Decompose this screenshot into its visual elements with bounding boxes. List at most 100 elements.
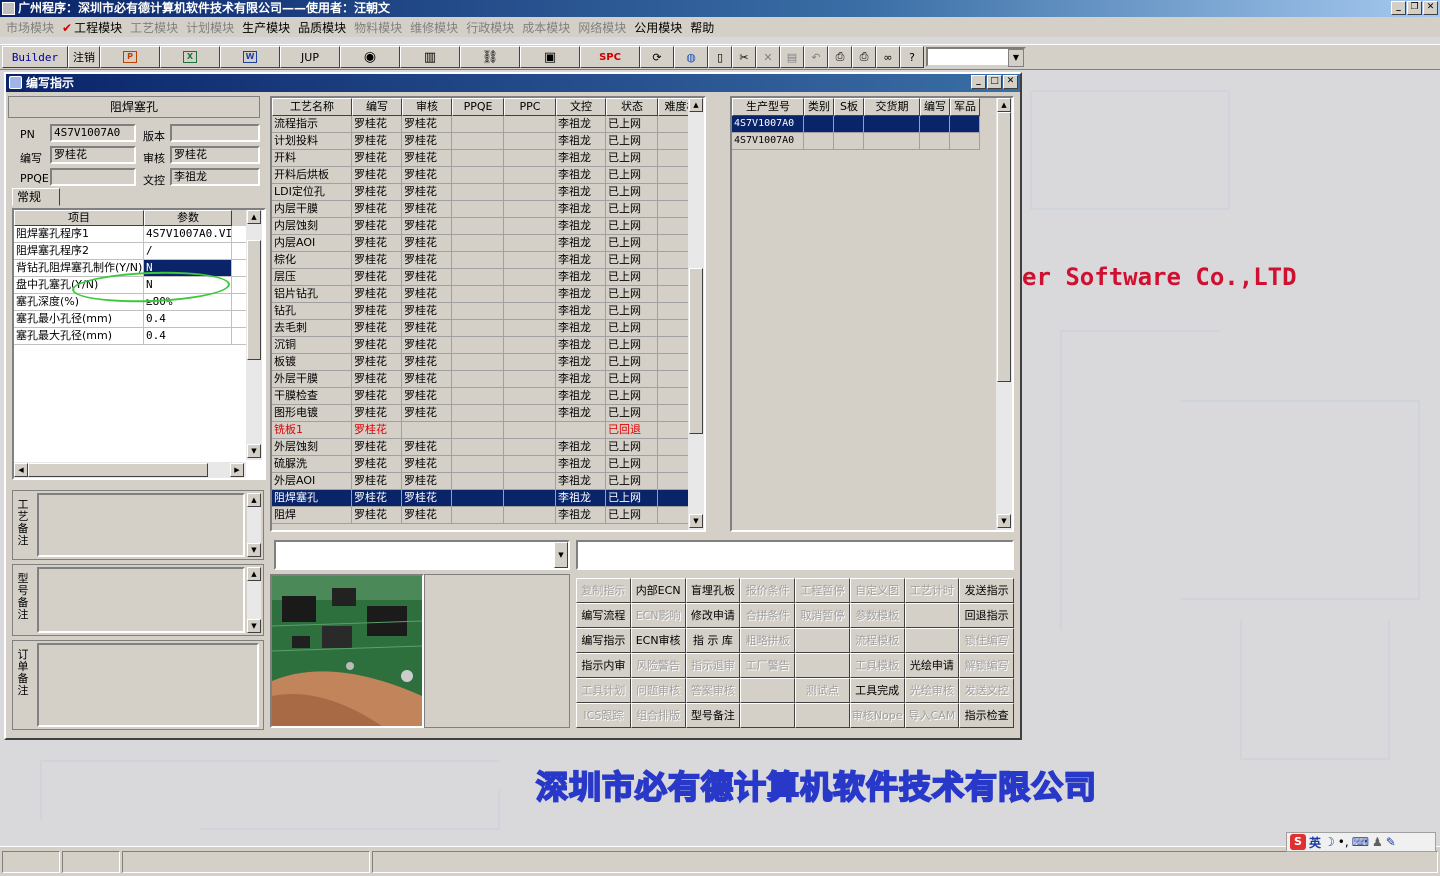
menu-process[interactable]: 工艺模块 xyxy=(128,19,184,36)
action-button[interactable]: 修改申请 xyxy=(685,603,741,628)
process-row[interactable]: 棕化 罗桂花 罗桂花 李祖龙 已上网 xyxy=(272,252,704,269)
menu-plan[interactable]: 计划模块 xyxy=(184,19,240,36)
action-button[interactable]: 发送指示 xyxy=(959,578,1014,603)
scroll-down-icon[interactable]: ▼ xyxy=(689,514,703,528)
action-button[interactable]: 工具模板 xyxy=(849,653,905,678)
process-row[interactable]: 沉铜 罗桂花 罗桂花 李祖龙 已上网 xyxy=(272,337,704,354)
scroll-thumb[interactable] xyxy=(689,268,703,434)
param-row[interactable]: 塞孔最大孔径(mm) 0.4 xyxy=(14,328,246,345)
action-button[interactable]: 粗略拼板 xyxy=(740,628,795,653)
param-row[interactable]: 阻焊塞孔程序1 4S7V1007A0.VIA xyxy=(14,226,246,243)
scroll-up-icon[interactable]: ▲ xyxy=(247,493,261,507)
action-button[interactable]: 编写流程 xyxy=(576,603,631,628)
delete-button[interactable]: ✕ xyxy=(756,46,780,68)
preview-button[interactable]: ⎙ xyxy=(828,46,852,68)
action-button[interactable]: 锁住编写 xyxy=(959,628,1014,653)
bottom-combo[interactable]: ▼ xyxy=(274,540,570,570)
action-button[interactable]: 风险警告 xyxy=(630,653,686,678)
action-button[interactable]: 编写指示 xyxy=(576,628,631,653)
product-column-header[interactable]: 交货期 xyxy=(864,98,920,116)
tab-normal[interactable]: 常规 xyxy=(12,188,60,206)
action-button[interactable]: ECN审核 xyxy=(630,628,686,653)
action-button[interactable]: 参数模板 xyxy=(849,603,905,628)
action-button[interactable]: 盲埋孔板 xyxy=(685,578,741,603)
product-row[interactable]: 4S7V1007A0 xyxy=(732,133,1012,150)
menu-maintenance[interactable]: 维修模块 xyxy=(408,19,464,36)
print-button[interactable]: ⎙ xyxy=(852,46,876,68)
bottom-memo[interactable] xyxy=(576,540,1014,570)
version-field[interactable] xyxy=(170,124,260,142)
help-button[interactable]: ? xyxy=(900,46,924,68)
process-row[interactable]: 板镀 罗桂花 罗桂花 李祖龙 已上网 xyxy=(272,354,704,371)
scroll-down-icon[interactable]: ▼ xyxy=(247,444,261,458)
process-row[interactable]: 外层干膜 罗桂花 罗桂花 李祖龙 已上网 xyxy=(272,371,704,388)
refresh-button[interactable]: ⟳ xyxy=(640,46,674,68)
find-button[interactable]: ∞ xyxy=(876,46,900,68)
process-row[interactable]: 硫脲洗 罗桂花 罗桂花 李祖龙 已上网 xyxy=(272,456,704,473)
action-button[interactable]: 导入CAM xyxy=(904,703,960,728)
process-row[interactable]: LDI定位孔 罗桂花 罗桂花 李祖龙 已上网 xyxy=(272,184,704,201)
close-button[interactable]: ✕ xyxy=(1423,1,1438,15)
excel-button[interactable]: X xyxy=(160,46,220,68)
user-icon[interactable]: ♟ xyxy=(1372,835,1383,849)
product-column-header[interactable]: 类别 xyxy=(804,98,834,116)
process-row[interactable]: 计划投料 罗桂花 罗桂花 李祖龙 已上网 xyxy=(272,133,704,150)
menu-common[interactable]: 公用模块 xyxy=(632,19,688,36)
action-button[interactable]: 工艺计时 xyxy=(904,578,960,603)
menu-market[interactable]: 市场模块 xyxy=(4,19,60,36)
database-button[interactable]: ▥ xyxy=(400,46,460,68)
menu-help[interactable]: 帮助 xyxy=(688,19,720,36)
child-maximize-button[interactable]: □ xyxy=(987,75,1002,89)
action-button[interactable]: 工具计划 xyxy=(576,678,631,703)
process-remark-field[interactable] xyxy=(37,493,245,557)
action-button[interactable]: 指 示 库 xyxy=(685,628,741,653)
process-row[interactable]: 开料后烘板 罗桂花 罗桂花 李祖龙 已上网 xyxy=(272,167,704,184)
param-value[interactable]: 0.4 xyxy=(144,311,232,327)
scroll-down-icon[interactable]: ▼ xyxy=(997,514,1011,528)
child-close-button[interactable]: ✕ xyxy=(1003,75,1018,89)
scroll-up-icon[interactable]: ▲ xyxy=(247,567,261,581)
action-button[interactable]: 取消暂停 xyxy=(795,603,850,628)
param-row[interactable]: 阻焊塞孔程序2/ xyxy=(14,243,246,260)
action-button[interactable]: 发送文控 xyxy=(959,678,1014,703)
process-row[interactable]: 层压 罗桂花 罗桂花 李祖龙 已上网 xyxy=(272,269,704,286)
menu-material[interactable]: 物料模块 xyxy=(352,19,408,36)
action-button[interactable]: 工具完成 xyxy=(849,678,905,703)
action-button[interactable]: 合拼条件 xyxy=(740,603,795,628)
action-button[interactable]: 复制指示 xyxy=(576,578,631,603)
network-button[interactable]: ⛓ xyxy=(460,46,520,68)
action-button[interactable]: 型号备注 xyxy=(685,703,741,728)
punctuation-icon[interactable]: •, xyxy=(1338,835,1349,849)
action-button[interactable]: 工厂警告 xyxy=(740,653,795,678)
scroll-thumb[interactable] xyxy=(997,112,1011,382)
process-row[interactable]: 外层蚀刻 罗桂花 罗桂花 李祖龙 已上网 xyxy=(272,439,704,456)
menu-cost[interactable]: 成本模块 xyxy=(520,19,576,36)
process-row[interactable]: 内层AOI 罗桂花 罗桂花 李祖龙 已上网 xyxy=(272,235,704,252)
process-column-header[interactable]: 编写 xyxy=(352,98,402,116)
computer-button[interactable]: ▣ xyxy=(520,46,580,68)
column-header-item[interactable]: 项目 xyxy=(14,210,144,226)
product-scrollbar[interactable]: ▲ ▼ xyxy=(996,98,1012,530)
action-button[interactable]: 自定义图 xyxy=(849,578,905,603)
scroll-left-icon[interactable]: ◀ xyxy=(14,463,28,477)
action-button[interactable]: 光绘申请 xyxy=(904,653,960,678)
action-button[interactable]: 流程模板 xyxy=(849,628,905,653)
scroll-thumb[interactable] xyxy=(247,240,261,360)
action-button[interactable]: 测试点 xyxy=(795,678,850,703)
action-button[interactable]: 工程暂停 xyxy=(795,578,850,603)
doc-control-field[interactable]: 李祖龙 xyxy=(170,168,260,186)
action-button[interactable]: 报价条件 xyxy=(740,578,795,603)
spc-button[interactable]: SPC xyxy=(580,46,640,68)
child-minimize-button[interactable]: _ xyxy=(971,75,986,89)
browser-button[interactable]: ◍ xyxy=(674,46,708,68)
process-row[interactable]: 钻孔 罗桂花 罗桂花 李祖龙 已上网 xyxy=(272,303,704,320)
process-row[interactable]: 内层干膜 罗桂花 罗桂花 李祖龙 已上网 xyxy=(272,201,704,218)
action-button[interactable]: 内部ECN xyxy=(630,578,686,603)
action-button[interactable]: 指示检查 xyxy=(959,703,1014,728)
product-row[interactable]: 4S7V1007A0 xyxy=(732,116,1012,133)
order-remark-field[interactable] xyxy=(37,643,259,727)
toolbar-combo[interactable] xyxy=(926,47,1026,67)
scroll-up-icon[interactable]: ▲ xyxy=(997,98,1011,112)
save-button[interactable]: ▤ xyxy=(780,46,804,68)
minimize-button[interactable]: _ xyxy=(1391,1,1406,15)
